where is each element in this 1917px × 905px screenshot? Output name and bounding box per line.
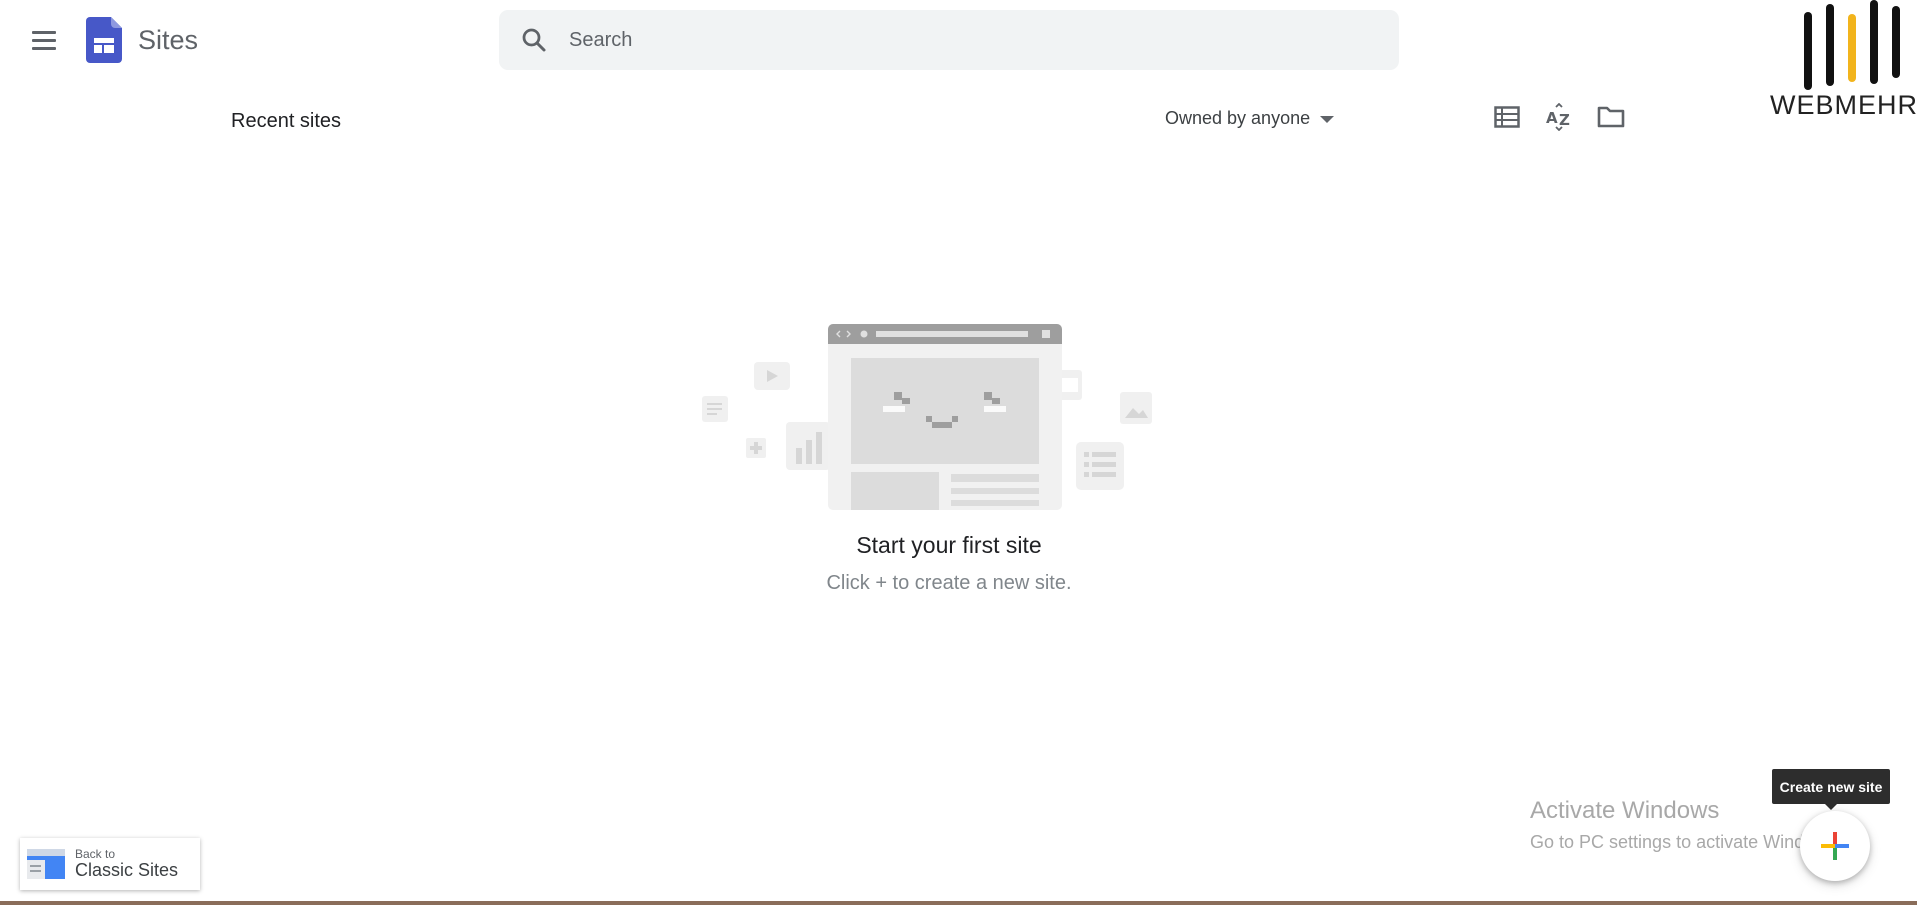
webmehr-text: WEBMEHR; bbox=[1770, 90, 1917, 120]
list-view-icon[interactable] bbox=[1490, 100, 1524, 134]
main-menu-button[interactable] bbox=[24, 20, 64, 60]
folder-icon[interactable] bbox=[1594, 100, 1628, 134]
empty-state-title: Start your first site bbox=[856, 532, 1042, 558]
app-name[interactable]: Sites bbox=[138, 24, 198, 56]
back-to-classic-button[interactable]: Back to Classic Sites bbox=[20, 838, 200, 890]
taskbar-edge bbox=[0, 901, 1917, 905]
activate-windows-subtitle: Go to PC settings to activate Windows. bbox=[1530, 832, 1842, 852]
activate-windows-title: Activate Windows bbox=[1530, 797, 1720, 824]
webmehr-bars-icon bbox=[1804, 0, 1900, 90]
classic-small-label: Back to bbox=[75, 846, 116, 861]
create-site-button[interactable] bbox=[1800, 811, 1870, 881]
menu-bar bbox=[32, 38, 56, 42]
classic-big-label: Classic Sites bbox=[75, 859, 179, 880]
menu-bar bbox=[32, 46, 56, 50]
search-bar[interactable] bbox=[499, 10, 1399, 70]
owner-filter-dropdown[interactable]: Owned by anyone bbox=[1165, 103, 1335, 133]
svg-text:Z: Z bbox=[1559, 111, 1570, 129]
sort-az-icon[interactable]: A Z bbox=[1542, 100, 1576, 134]
plus-icon bbox=[1821, 832, 1849, 860]
search-icon[interactable] bbox=[519, 25, 549, 55]
create-site-tooltip: Create new site bbox=[1772, 769, 1890, 810]
sites-logo-icon[interactable] bbox=[86, 17, 122, 63]
empty-state-illustration bbox=[700, 318, 1160, 510]
recent-sites-title: Recent sites bbox=[231, 110, 342, 132]
search-input[interactable] bbox=[549, 10, 1399, 70]
menu-bar bbox=[32, 30, 56, 34]
caret-down-icon bbox=[1320, 115, 1335, 123]
classic-sites-icon bbox=[27, 849, 65, 879]
empty-state-subtitle: Click + to create a new site. bbox=[826, 572, 1072, 594]
webmehr-logo: WEBMEHR; bbox=[1768, 0, 1917, 124]
owner-filter-label: Owned by anyone bbox=[1165, 107, 1311, 128]
svg-text:A: A bbox=[1546, 109, 1558, 127]
